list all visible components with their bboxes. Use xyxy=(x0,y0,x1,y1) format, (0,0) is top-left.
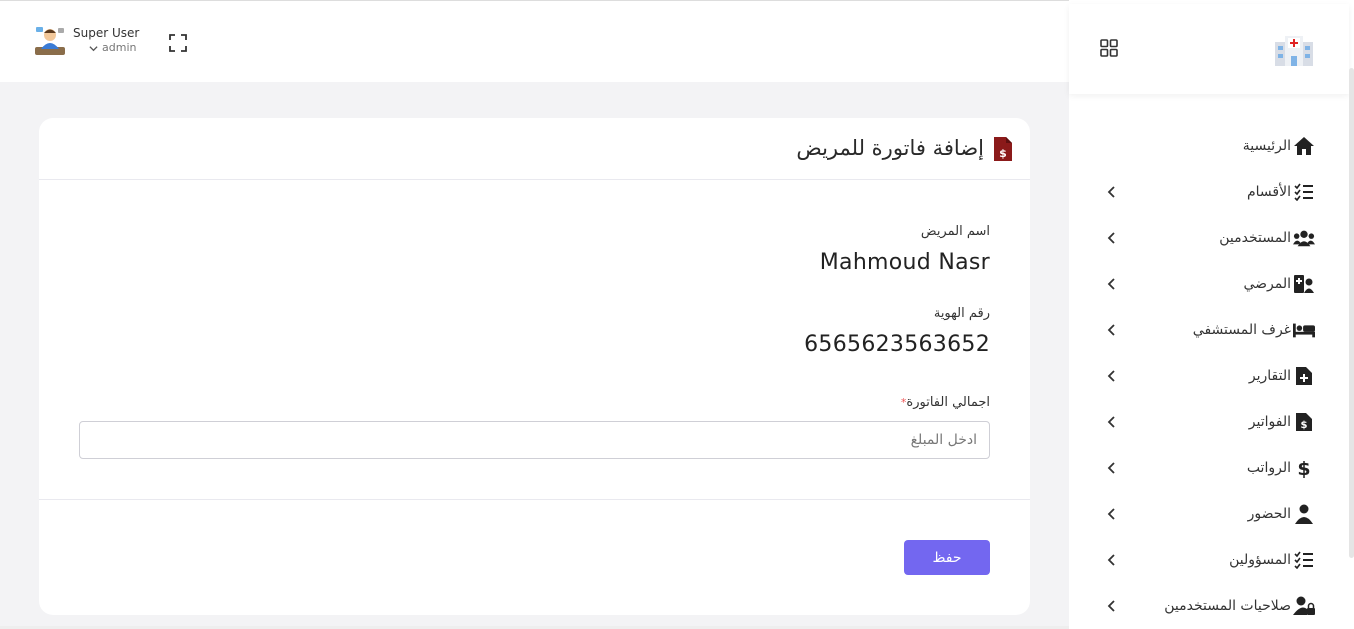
hospital-logo[interactable] xyxy=(1273,32,1315,68)
users-icon xyxy=(1293,227,1315,249)
chevron-left-icon xyxy=(1107,324,1115,336)
sidebar-item-label: المرضي xyxy=(1243,276,1291,292)
sidebar-item-permissions[interactable]: صلاحيات المستخدمين xyxy=(1069,586,1349,626)
dollar-icon: $ xyxy=(1293,457,1315,479)
divider xyxy=(39,499,1030,500)
chevron-left-icon xyxy=(1107,186,1115,198)
sidebar-item-label: الفواتير xyxy=(1248,414,1291,430)
sidebar-header xyxy=(1069,4,1349,94)
invoice-icon: $ xyxy=(994,137,1012,161)
fullscreen-icon[interactable] xyxy=(168,33,188,53)
page-title: إضافة فاتورة للمريض xyxy=(796,136,984,160)
invoice-total-label: اجمالي الفاتورة* xyxy=(897,395,990,410)
sidebar-item-label: التقارير xyxy=(1248,368,1291,384)
svg-text:$: $ xyxy=(999,147,1007,160)
sidebar-item-departments[interactable]: الأقسام xyxy=(1069,172,1349,212)
grid-icon[interactable] xyxy=(1099,38,1119,58)
sidebar: الرئيسية الأقسام المستخدمين المرضي غرف ا… xyxy=(1069,0,1354,629)
chevron-left-icon xyxy=(1107,278,1115,290)
invoice-total-input[interactable] xyxy=(79,421,990,459)
chevron-left-icon xyxy=(1107,370,1115,382)
invoice-form-card: $ إضافة فاتورة للمريض اسم المريض Mahmoud… xyxy=(39,118,1030,615)
sidebar-item-admins[interactable]: المسؤولين xyxy=(1069,540,1349,580)
user-role-label: admin xyxy=(102,41,137,54)
avatar xyxy=(35,27,65,55)
svg-text:$: $ xyxy=(1301,420,1308,431)
user-menu[interactable]: Super User admin xyxy=(35,25,139,57)
patient-name-label: اسم المريض xyxy=(920,224,990,239)
sidebar-item-rooms[interactable]: غرف المستشفي xyxy=(1069,310,1349,350)
sidebar-item-label: المستخدمين xyxy=(1219,230,1291,246)
svg-text:$: $ xyxy=(1297,458,1310,478)
chevron-left-icon xyxy=(1107,416,1115,428)
file-medical-icon xyxy=(1293,365,1315,387)
sidebar-item-users[interactable]: المستخدمين xyxy=(1069,218,1349,258)
sidebar-item-label: الأقسام xyxy=(1247,184,1291,200)
chevron-left-icon xyxy=(1107,600,1115,612)
checklist-icon xyxy=(1293,181,1315,203)
bed-icon xyxy=(1293,319,1315,341)
top-navbar: Super User admin xyxy=(0,0,1069,82)
chevron-down-icon xyxy=(89,45,98,51)
sidebar-item-attendance[interactable]: الحضور xyxy=(1069,494,1349,534)
home-icon xyxy=(1293,135,1315,157)
id-number-label: رقم الهوية xyxy=(933,306,990,321)
sidebar-item-patients[interactable]: المرضي xyxy=(1069,264,1349,304)
sidebar-item-label: الرئيسية xyxy=(1242,138,1291,154)
invoice-total-label-text: اجمالي الفاتورة xyxy=(906,395,990,410)
user-name: Super User xyxy=(73,26,140,40)
chevron-left-icon xyxy=(1107,554,1115,566)
sidebar-scrollbar[interactable] xyxy=(1349,68,1354,558)
patient-icon xyxy=(1293,273,1315,295)
user-lock-icon xyxy=(1293,595,1315,617)
sidebar-item-label: صلاحيات المستخدمين xyxy=(1164,598,1291,614)
sidebar-item-label: المسؤولين xyxy=(1229,552,1291,568)
sidebar-item-home[interactable]: الرئيسية xyxy=(1069,126,1349,166)
user-role[interactable]: admin xyxy=(89,41,139,55)
id-number-value: 6565623563652 xyxy=(804,332,990,357)
sidebar-item-label: الحضور xyxy=(1247,506,1291,522)
sidebar-item-label: الرواتب xyxy=(1246,460,1291,476)
sidebar-item-reports[interactable]: التقارير xyxy=(1069,356,1349,396)
patient-name-value: Mahmoud Nasr xyxy=(819,250,990,275)
card-header: $ إضافة فاتورة للمريض xyxy=(39,118,1030,180)
checklist-icon xyxy=(1293,549,1315,571)
sidebar-item-salaries[interactable]: الرواتب $ xyxy=(1069,448,1349,488)
chevron-left-icon xyxy=(1107,508,1115,520)
invoice-icon: $ xyxy=(1293,411,1315,433)
chevron-left-icon xyxy=(1107,462,1115,474)
chevron-left-icon xyxy=(1107,232,1115,244)
save-button[interactable]: حفظ xyxy=(904,540,990,575)
sidebar-item-label: غرف المستشفي xyxy=(1192,322,1291,338)
user-icon xyxy=(1293,503,1315,525)
sidebar-item-invoices[interactable]: الفواتير $ xyxy=(1069,402,1349,442)
